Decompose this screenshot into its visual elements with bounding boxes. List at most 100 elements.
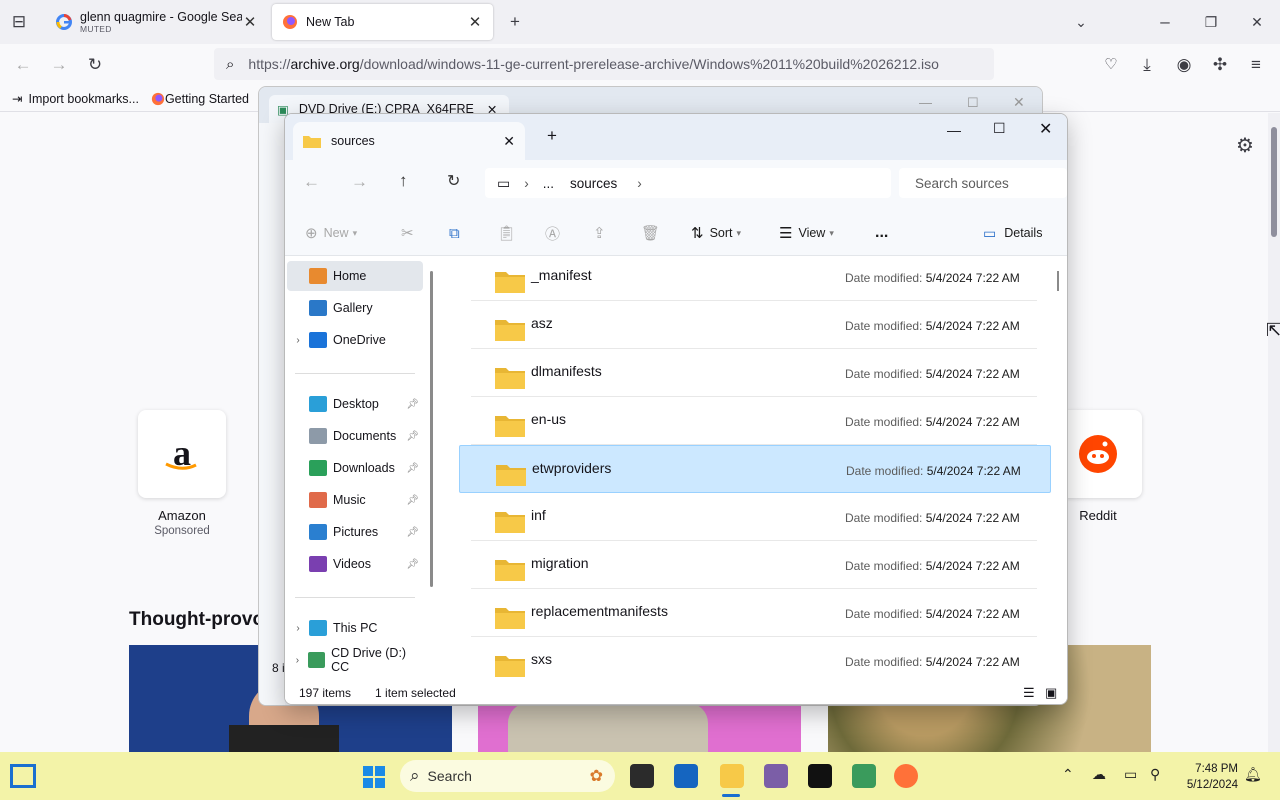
minimize-icon[interactable]: — bbox=[947, 122, 961, 138]
file-row[interactable]: etwproviders Date modified: 5/4/2024 7:22… bbox=[459, 445, 1051, 493]
explorer-tab-sources[interactable]: sources ✕ bbox=[293, 122, 525, 160]
new-button[interactable]: ⊕ New ▾ bbox=[305, 222, 357, 244]
display-icon[interactable]: ▭ bbox=[1124, 766, 1137, 783]
nav-item-onedrive[interactable]: › OneDrive bbox=[287, 325, 423, 355]
widgets-icon[interactable] bbox=[10, 764, 36, 788]
chevron-right-icon[interactable]: › bbox=[287, 655, 308, 666]
minimize-icon[interactable]: – bbox=[1154, 11, 1176, 33]
nav-item-label: This PC bbox=[333, 621, 378, 635]
chevron-right-icon[interactable]: › bbox=[287, 335, 309, 346]
breadcrumb[interactable]: ▭ › ... sources › bbox=[485, 168, 891, 198]
bookmark-getting-started[interactable]: Getting Started bbox=[151, 92, 249, 106]
minimize-icon[interactable]: — bbox=[919, 95, 932, 110]
back-icon[interactable]: ← bbox=[12, 54, 34, 76]
file-row[interactable]: inf Date modified: 5/4/2024 7:22 AM bbox=[459, 493, 1051, 541]
chevron-up-icon[interactable]: ⌃ bbox=[1062, 766, 1074, 783]
file-row[interactable]: en-us Date modified: 5/4/2024 7:22 AM bbox=[459, 397, 1051, 445]
file-explorer-icon[interactable] bbox=[720, 764, 744, 788]
menu-icon[interactable]: ≡ bbox=[1245, 54, 1267, 76]
task-view-icon[interactable] bbox=[630, 764, 654, 788]
nav-item-this-pc[interactable]: › This PC bbox=[287, 613, 423, 643]
windows-start-icon[interactable] bbox=[362, 765, 386, 789]
close-tab-icon[interactable]: ✕ bbox=[242, 13, 258, 31]
view-button[interactable]: ☰ View ▾ bbox=[779, 222, 834, 244]
maximize-icon[interactable]: ☐ bbox=[967, 95, 979, 111]
downloads-icon[interactable]: ⤓ bbox=[1136, 54, 1158, 76]
maximize-icon[interactable]: ☐ bbox=[993, 120, 1006, 137]
close-window-icon[interactable]: ✕ bbox=[1039, 119, 1052, 139]
refresh-icon[interactable]: ↻ bbox=[447, 171, 460, 191]
system-clock[interactable]: 7:48 PM 5/12/2024 bbox=[1176, 761, 1238, 793]
nav-item-gallery[interactable]: Gallery bbox=[287, 293, 423, 323]
chevron-down-icon[interactable]: ⌄ bbox=[1070, 11, 1092, 33]
file-row[interactable]: replacementmanifests Date modified: 5/4/2… bbox=[459, 589, 1051, 637]
back-icon[interactable]: ← bbox=[303, 172, 320, 192]
new-tab-icon[interactable]: + bbox=[504, 11, 526, 33]
nav-item-videos[interactable]: Videos 📌︎ bbox=[287, 549, 423, 579]
shortcut-amazon[interactable]: a bbox=[138, 410, 226, 498]
sort-button[interactable]: ⇅ Sort ▾ bbox=[691, 222, 741, 244]
browser-tab-newtab[interactable]: New Tab ✕ bbox=[272, 4, 493, 40]
list-scrollbar-thumb[interactable] bbox=[1057, 271, 1059, 291]
settings-gear-icon[interactable]: ⚙ bbox=[1234, 135, 1256, 157]
network-icon[interactable]: ⚲ bbox=[1150, 766, 1160, 783]
search-input[interactable]: Search sources bbox=[899, 168, 1067, 198]
firefox-icon[interactable] bbox=[894, 764, 918, 788]
nav-item-cd-drive-d-cc[interactable]: › CD Drive (D:) CC bbox=[287, 645, 423, 675]
bookmark-import[interactable]: ⇥ Import bookmarks... bbox=[12, 91, 139, 107]
nav-scrollbar-thumb[interactable] bbox=[430, 271, 433, 587]
terminal-icon[interactable] bbox=[808, 764, 832, 788]
pocket-icon[interactable]: ♡ bbox=[1100, 54, 1122, 76]
nav-item-documents[interactable]: Documents 📌︎ bbox=[287, 421, 423, 451]
up-icon[interactable]: ↑ bbox=[399, 171, 408, 191]
paste-icon[interactable]: 📋︎ bbox=[497, 222, 516, 244]
breadcrumb-overflow[interactable]: ... bbox=[543, 176, 554, 191]
chevron-right-icon[interactable]: › bbox=[287, 623, 309, 634]
delete-icon[interactable]: 🗑︎ bbox=[641, 222, 660, 244]
more-options-icon[interactable]: ... bbox=[875, 222, 888, 244]
reload-icon[interactable]: ↻ bbox=[84, 54, 106, 76]
new-tab-icon[interactable]: + bbox=[547, 126, 557, 146]
restore-icon[interactable]: ❐ bbox=[1200, 11, 1222, 33]
file-row[interactable]: _manifest Date modified: 5/4/2024 7:22 AM bbox=[459, 253, 1051, 301]
forward-icon[interactable]: → bbox=[351, 172, 368, 192]
file-row[interactable]: sxs Date modified: 5/4/2024 7:22 AM bbox=[459, 637, 1051, 685]
story-image-2[interactable] bbox=[478, 703, 801, 752]
page-scrollbar[interactable] bbox=[1268, 113, 1280, 752]
browser-tab-google[interactable]: glenn quagmire - Google Search MUTED ✕ bbox=[46, 4, 268, 40]
details-pane-button[interactable]: ▭ Details bbox=[983, 222, 1042, 244]
url-bar[interactable]: ⌕ https://archive.org/download/windows-1… bbox=[214, 48, 994, 80]
rename-icon[interactable]: Ⓐ bbox=[545, 222, 560, 244]
nav-item-home[interactable]: Home bbox=[287, 261, 423, 291]
account-icon[interactable]: ◉ bbox=[1173, 54, 1195, 76]
notepad-icon[interactable] bbox=[764, 764, 788, 788]
nav-item-downloads[interactable]: Downloads 📌︎ bbox=[287, 453, 423, 483]
share-icon[interactable]: ⇪ bbox=[593, 222, 606, 244]
close-window-icon[interactable]: ✕ bbox=[1013, 94, 1025, 111]
file-row[interactable]: asz Date modified: 5/4/2024 7:22 AM bbox=[459, 301, 1051, 349]
forward-icon[interactable]: → bbox=[48, 54, 70, 76]
media-icon[interactable] bbox=[852, 764, 876, 788]
tab-list-icon[interactable]: ⊟ bbox=[8, 11, 30, 33]
extensions-icon[interactable]: ✣ bbox=[1209, 54, 1231, 76]
taskbar-search[interactable]: ⌕ Search ✿ bbox=[400, 760, 615, 792]
file-row[interactable]: dlmanifests Date modified: 5/4/2024 7:22 … bbox=[459, 349, 1051, 397]
nav-item-pictures[interactable]: Pictures 📌︎ bbox=[287, 517, 423, 547]
tiles-view-icon[interactable]: ▣ bbox=[1045, 685, 1057, 701]
copy-icon[interactable]: ⧉ bbox=[449, 222, 460, 244]
details-view-icon[interactable]: ☰ bbox=[1023, 685, 1035, 701]
close-tab-icon[interactable]: ✕ bbox=[467, 13, 483, 31]
cut-icon[interactable]: ✂ bbox=[401, 222, 414, 244]
downloads-icon bbox=[309, 460, 327, 476]
breadcrumb-item[interactable]: sources bbox=[570, 176, 617, 191]
onedrive-offline-icon[interactable]: ☁ bbox=[1092, 766, 1106, 783]
notifications-icon[interactable]: 🔔︎ bbox=[1244, 766, 1262, 783]
nav-item-music[interactable]: Music 📌︎ bbox=[287, 485, 423, 515]
nav-item-desktop[interactable]: Desktop 📌︎ bbox=[287, 389, 423, 419]
scrollbar-thumb[interactable] bbox=[1271, 127, 1277, 237]
close-tab-icon[interactable]: ✕ bbox=[503, 133, 515, 150]
music-icon bbox=[309, 492, 327, 508]
close-window-icon[interactable]: ✕ bbox=[1246, 11, 1268, 33]
file-row[interactable]: migration Date modified: 5/4/2024 7:22 AM bbox=[459, 541, 1051, 589]
store-icon[interactable] bbox=[674, 764, 698, 788]
